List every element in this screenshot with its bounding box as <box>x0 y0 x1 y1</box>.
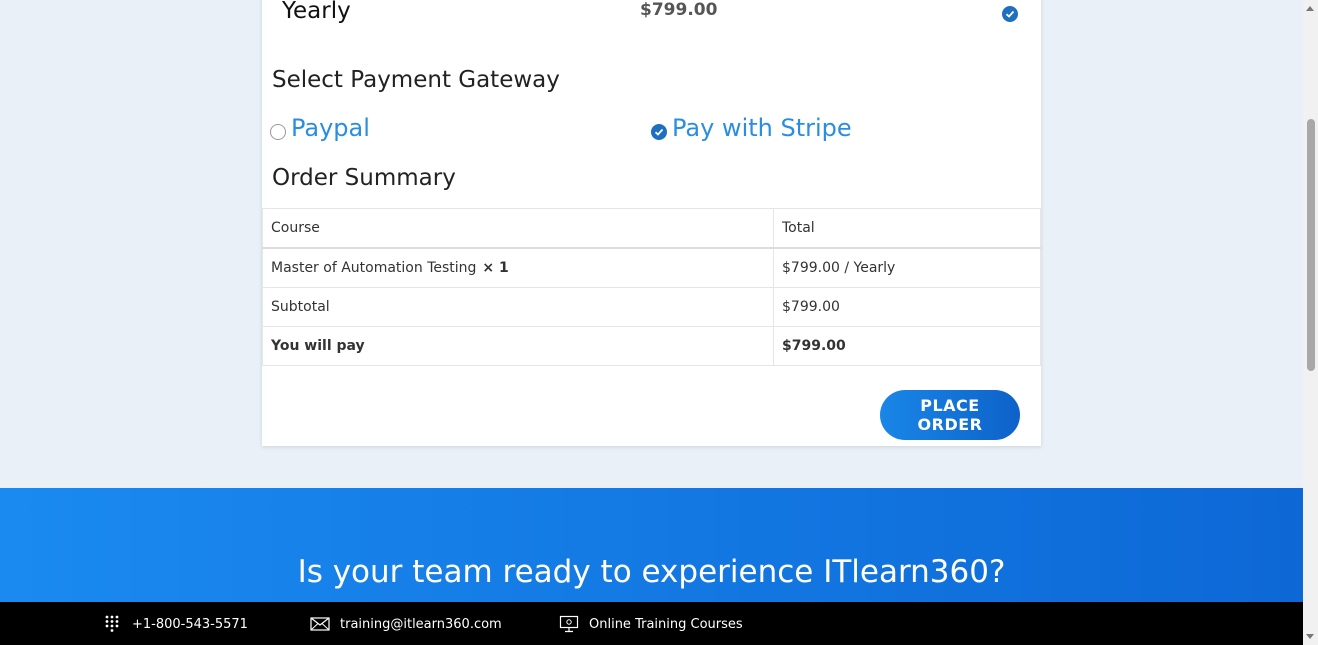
subtotal-value: $799.00 <box>773 287 1041 327</box>
plan-selected-check-icon[interactable] <box>1002 6 1018 22</box>
vertical-scrollbar[interactable] <box>1303 0 1318 645</box>
footer-email[interactable]: training@itlearn360.com <box>310 615 502 633</box>
page-viewport: Yearly $799.00 Select Payment Gateway Pa… <box>0 0 1303 645</box>
table-header-row: Course Total <box>262 208 1041 249</box>
subtotal-label: Subtotal <box>262 287 774 327</box>
scroll-down-icon[interactable] <box>1306 634 1314 639</box>
checkout-card: Yearly $799.00 Select Payment Gateway Pa… <box>262 0 1041 446</box>
stripe-option[interactable]: Pay with Stripe <box>651 114 852 142</box>
paypal-option[interactable]: Paypal <box>270 114 370 142</box>
you-will-pay-label: You will pay <box>262 326 774 366</box>
footer-email-text[interactable]: training@itlearn360.com <box>340 617 502 632</box>
course-name: Master of Automation Testing <box>271 260 477 276</box>
phone-keypad-icon <box>102 615 122 633</box>
you-will-pay-value: $799.00 <box>773 326 1041 366</box>
stripe-selected-check-icon[interactable] <box>651 124 667 140</box>
course-cell: Master of Automation Testing × 1 <box>262 247 774 288</box>
paypal-label[interactable]: Paypal <box>291 114 370 142</box>
scroll-up-icon[interactable] <box>1306 6 1314 11</box>
table-row: Master of Automation Testing × 1 $799.00 … <box>262 247 1041 288</box>
stripe-label[interactable]: Pay with Stripe <box>672 114 852 142</box>
plan-price: $799.00 <box>640 0 718 20</box>
table-row: You will pay $799.00 <box>262 326 1041 366</box>
table-row: Subtotal $799.00 <box>262 287 1041 327</box>
scrollbar-thumb[interactable] <box>1307 119 1315 371</box>
payment-gateway-title: Select Payment Gateway <box>272 67 560 93</box>
cta-banner: Is your team ready to experience ITlearn… <box>0 488 1303 602</box>
footer-courses-text[interactable]: Online Training Courses <box>589 617 743 632</box>
course-qty: × 1 <box>482 260 509 276</box>
footer-phone-text[interactable]: +1-800-543-5571 <box>132 617 248 632</box>
place-order-button[interactable]: PLACE ORDER <box>880 390 1020 440</box>
paypal-radio[interactable] <box>270 124 286 140</box>
order-summary-table: Course Total Master of Automation Testin… <box>262 208 1041 366</box>
footer-phone[interactable]: +1-800-543-5571 <box>102 615 248 633</box>
order-summary-title: Order Summary <box>272 165 456 191</box>
footer-courses[interactable]: Online Training Courses <box>559 615 743 633</box>
total-header: Total <box>773 208 1041 249</box>
course-total: $799.00 / Yearly <box>773 247 1041 288</box>
plan-name: Yearly <box>282 0 351 24</box>
monitor-icon <box>559 615 579 633</box>
course-header: Course <box>262 208 774 249</box>
cta-title: Is your team ready to experience ITlearn… <box>297 554 1006 590</box>
envelope-icon <box>310 615 330 633</box>
footer-bar: +1-800-543-5571 training@itlearn360.com <box>0 602 1303 645</box>
